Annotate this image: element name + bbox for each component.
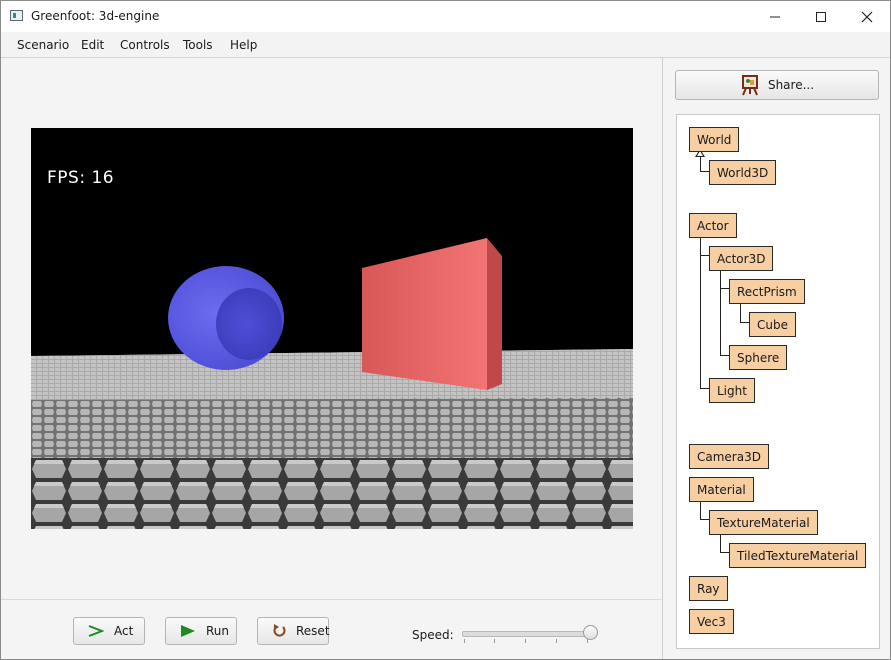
world-canvas[interactable]: FPS: 16 xyxy=(31,128,633,529)
class-panel: Share... World World3D Actor Actor3D Rec… xyxy=(663,58,890,659)
close-icon xyxy=(861,11,873,22)
slider-tick xyxy=(556,639,557,643)
class-cube[interactable]: Cube xyxy=(749,312,796,337)
maximize-icon xyxy=(816,11,826,22)
minimize-button[interactable] xyxy=(752,1,798,32)
act-label: Act xyxy=(114,624,134,638)
inheritance-line xyxy=(700,157,701,171)
share-easel-icon xyxy=(740,74,760,96)
class-camera3d[interactable]: Camera3D xyxy=(689,444,769,469)
app-icon xyxy=(10,10,23,21)
reset-icon xyxy=(272,624,286,638)
menu-controls[interactable]: Controls xyxy=(120,38,170,52)
app-window: Greenfoot: 3d-engine Scenario Edit Contr… xyxy=(0,0,891,660)
act-button[interactable]: Act xyxy=(73,617,145,645)
class-world3d[interactable]: World3D xyxy=(709,160,777,185)
controls-separator xyxy=(1,599,661,600)
class-tiledtexturematerial[interactable]: TiledTextureMaterial xyxy=(729,543,867,568)
menu-scenario[interactable]: Scenario xyxy=(17,38,69,52)
class-world[interactable]: World xyxy=(689,127,740,152)
reset-label: Reset xyxy=(296,624,330,638)
slider-tick xyxy=(464,639,465,643)
class-light[interactable]: Light xyxy=(709,378,755,403)
class-actor[interactable]: Actor xyxy=(689,213,737,238)
inheritance-line xyxy=(720,271,721,355)
title-bar: Greenfoot: 3d-engine xyxy=(1,1,890,32)
close-button[interactable] xyxy=(844,1,890,32)
play-icon xyxy=(180,624,196,638)
class-actor3d[interactable]: Actor3D xyxy=(709,246,774,271)
class-sphere[interactable]: Sphere xyxy=(729,345,788,370)
slider-tick xyxy=(525,639,526,643)
menu-bar: Scenario Edit Controls Tools Help xyxy=(1,32,890,58)
share-label: Share... xyxy=(767,78,815,92)
world-panel: FPS: 16 Act Run Reset Speed: xyxy=(1,58,661,659)
reset-button[interactable]: Reset xyxy=(257,617,330,645)
window-title: Greenfoot: 3d-engine xyxy=(31,9,160,23)
class-material[interactable]: Material xyxy=(689,477,754,502)
speed-label: Speed: xyxy=(412,628,454,642)
maximize-button[interactable] xyxy=(798,1,844,32)
speed-slider[interactable] xyxy=(462,631,595,637)
class-texturematerial[interactable]: TextureMaterial xyxy=(709,510,818,535)
inheritance-line xyxy=(720,535,721,552)
run-button[interactable]: Run xyxy=(165,617,237,645)
class-ray[interactable]: Ray xyxy=(689,576,728,601)
slider-tick xyxy=(494,639,495,643)
inheritance-line xyxy=(740,304,741,322)
class-vec3[interactable]: Vec3 xyxy=(689,609,734,634)
class-rectprism[interactable]: RectPrism xyxy=(729,279,805,304)
menu-tools[interactable]: Tools xyxy=(183,38,213,52)
inheritance-line xyxy=(700,238,701,388)
run-label: Run xyxy=(206,624,230,638)
inheritance-line xyxy=(700,502,701,519)
class-diagram: World World3D Actor Actor3D RectPrism Cu… xyxy=(676,114,880,649)
act-icon xyxy=(88,625,104,637)
menu-help[interactable]: Help xyxy=(230,38,257,52)
menu-edit[interactable]: Edit xyxy=(81,38,104,52)
minimize-icon xyxy=(770,16,780,17)
speed-slider-thumb[interactable] xyxy=(583,625,598,640)
world-scene xyxy=(31,128,633,529)
fps-counter: FPS: 16 xyxy=(47,168,115,188)
share-button[interactable]: Share... xyxy=(675,70,879,100)
